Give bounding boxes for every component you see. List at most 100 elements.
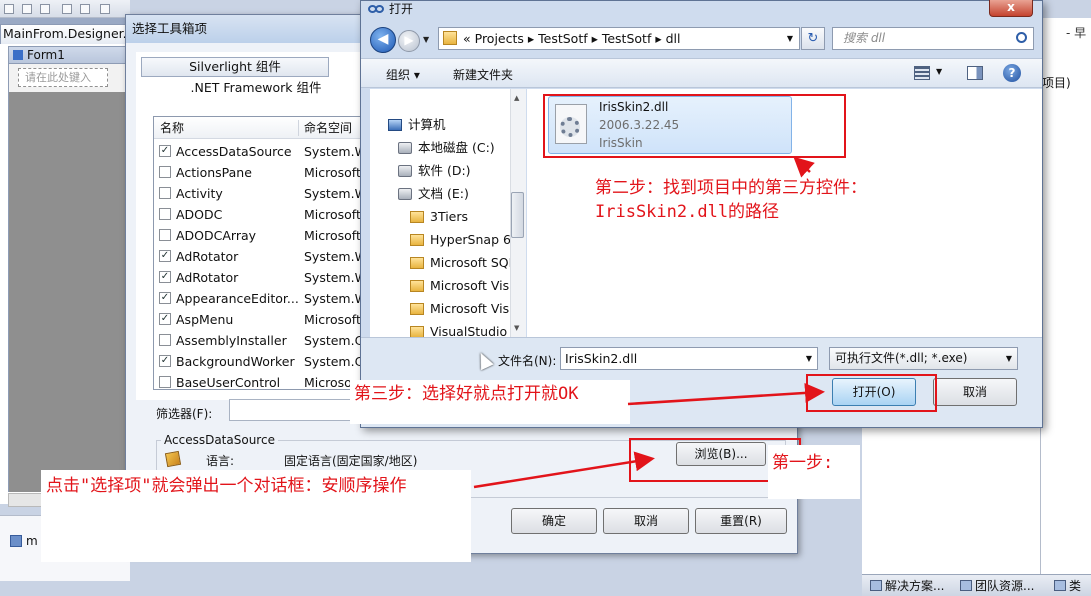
checkbox[interactable]: ✓ — [159, 292, 171, 304]
address-bar[interactable]: « Projects ▸ TestSotf ▸ TestSotf ▸ dll ▼ — [438, 27, 800, 50]
toolbar-icon[interactable] — [62, 4, 72, 14]
column-name[interactable]: 名称 — [160, 117, 184, 139]
click-hint-note: 点击"选择项"就会弹出一个对话框：安顺序操作 — [41, 470, 471, 562]
preview-pane-icon[interactable] — [967, 66, 983, 80]
nav-item[interactable]: Microsoft Visu — [410, 299, 510, 319]
scroll-up-icon[interactable]: ▲ — [514, 94, 519, 102]
tab-class-view[interactable]: 类 — [1054, 578, 1081, 594]
toolbar-icon[interactable] — [22, 4, 32, 14]
computer-icon — [388, 119, 402, 131]
organize-button[interactable]: 组织 ▾ — [386, 66, 420, 83]
folder-icon — [410, 234, 424, 246]
checkbox[interactable] — [159, 334, 171, 346]
list-item[interactable]: ActionsPane Microsoft — [154, 162, 366, 183]
checkbox[interactable] — [159, 376, 171, 388]
form-body[interactable] — [8, 92, 130, 492]
tab-silverlight[interactable]: Silverlight 组件 — [141, 57, 329, 77]
checkbox[interactable] — [159, 208, 171, 220]
nav-item[interactable]: Microsoft SQL — [410, 253, 510, 273]
column-namespace[interactable]: 命名空间 — [304, 117, 352, 139]
component-namespace: System.Co — [304, 333, 364, 348]
filename-label: 文件名(N): — [498, 354, 557, 368]
list-item[interactable]: ADODCArray Microsoft — [154, 225, 366, 246]
list-item[interactable]: AssemblyInstaller System.Co — [154, 330, 366, 351]
scroll-down-icon[interactable]: ▼ — [514, 324, 519, 332]
component-namespace: Microsoft — [304, 165, 361, 180]
component-name: AdRotator — [176, 270, 239, 285]
checkbox[interactable]: ✓ — [159, 313, 171, 325]
list-item[interactable]: Activity System.W — [154, 183, 366, 204]
nav-item-label: Microsoft Visu — [430, 278, 510, 293]
list-item[interactable]: BaseUserControl Microso — [154, 372, 366, 393]
help-icon[interactable]: ? — [1003, 64, 1021, 82]
nav-item[interactable]: 计算机 — [388, 115, 446, 135]
toolbar-icon[interactable] — [4, 4, 14, 14]
list-item[interactable]: ✓ AdRotator System.W — [154, 246, 366, 267]
reset-button[interactable]: 重置(R) — [695, 508, 787, 534]
toolbar-icon[interactable] — [100, 4, 110, 14]
checkbox[interactable]: ✓ — [159, 271, 171, 283]
refresh-button[interactable]: ↻ — [801, 27, 825, 50]
forward-button[interactable]: ▶ — [398, 30, 420, 52]
list-item[interactable]: ✓ AppearanceEditor... System.W — [154, 288, 366, 309]
ok-button[interactable]: 确定 — [511, 508, 597, 534]
tab-team-explorer[interactable]: 团队资源... — [960, 578, 1034, 594]
chevron-down-icon[interactable]: ▼ — [936, 67, 942, 76]
list-item[interactable]: ✓ AccessDataSource System.W — [154, 141, 366, 162]
new-folder-button[interactable]: 新建文件夹 — [453, 66, 513, 83]
filename-input[interactable]: IrisSkin2.dll ▼ — [560, 347, 818, 370]
nav-scroll-thumb[interactable] — [511, 192, 524, 238]
toolbar-icon[interactable] — [80, 4, 90, 14]
nav-item[interactable]: Microsoft Visu — [410, 276, 510, 296]
checkbox[interactable] — [159, 229, 171, 241]
search-placeholder: 搜索 dll — [843, 31, 886, 45]
nav-item-label: 计算机 — [408, 117, 446, 132]
menu-type-here-input[interactable]: 请在此处键入 — [18, 68, 108, 87]
nav-item-label: Microsoft Visu — [430, 301, 510, 316]
view-mode-icon[interactable] — [914, 66, 930, 80]
back-button[interactable]: ◀ — [370, 27, 396, 53]
nav-item[interactable]: HyperSnap 6 — [410, 230, 510, 250]
search-icon[interactable] — [1016, 32, 1027, 43]
tab-netfx[interactable]: .NET Framework 组件 — [141, 79, 371, 97]
chevron-down-icon[interactable]: ▼ — [806, 348, 812, 369]
breadcrumb[interactable]: « Projects ▸ TestSotf ▸ TestSotf ▸ dll — [463, 28, 680, 49]
chevron-down-icon[interactable]: ▼ — [1006, 348, 1012, 369]
list-item[interactable]: ✓ BackgroundWorker System.Co — [154, 351, 366, 372]
nav-item[interactable]: 文档 (E:) — [398, 184, 469, 204]
solution-panel-text: 项目) — [1042, 76, 1071, 90]
component-name: ActionsPane — [176, 165, 252, 180]
folder-icon — [410, 211, 424, 223]
close-button[interactable]: x — [989, 0, 1033, 17]
component-namespace: System.W — [304, 186, 364, 201]
form-titlebar[interactable]: Form1 — [8, 46, 130, 64]
open-cancel-button[interactable]: 取消 — [933, 378, 1017, 406]
cancel-button[interactable]: 取消 — [603, 508, 689, 534]
nav-item[interactable]: 3Tiers — [410, 207, 468, 227]
step1-note: 第一步: — [768, 445, 860, 499]
list-item[interactable]: ✓ AdRotator System.W — [154, 267, 366, 288]
tab-label: 类 — [1069, 579, 1082, 593]
checkbox[interactable]: ✓ — [159, 355, 171, 367]
chevron-down-icon[interactable]: ▼ — [787, 28, 793, 49]
list-item[interactable]: ADODC Microsoft — [154, 204, 366, 225]
column-divider[interactable] — [298, 120, 299, 136]
checkbox[interactable]: ✓ — [159, 250, 171, 262]
nav-item[interactable]: 本地磁盘 (C:) — [398, 138, 495, 158]
checkbox[interactable] — [159, 187, 171, 199]
tab-solution-explorer[interactable]: 解决方案... — [870, 578, 944, 594]
list-item[interactable]: ✓ AspMenu Microsoft — [154, 309, 366, 330]
panel-pin-text[interactable]: - 早 — [1066, 24, 1086, 41]
search-input[interactable]: 搜索 dll — [832, 27, 1034, 50]
tray-component[interactable]: m — [10, 530, 40, 552]
nav-item[interactable]: 软件 (D:) — [398, 161, 471, 181]
toolbar-icon[interactable] — [40, 4, 50, 14]
checkbox[interactable] — [159, 166, 171, 178]
filter-label: 筛选器(F): — [156, 407, 213, 421]
component-name: BaseUserControl — [176, 375, 281, 390]
designer-file-tab[interactable]: MainFrom.Designer.cs — [0, 24, 128, 44]
checkbox[interactable]: ✓ — [159, 145, 171, 157]
filetype-select[interactable]: 可执行文件(*.dll; *.exe) ▼ — [829, 347, 1018, 370]
recent-locations-dropdown-icon[interactable]: ▼ — [423, 35, 429, 44]
filter-input[interactable] — [229, 399, 369, 421]
